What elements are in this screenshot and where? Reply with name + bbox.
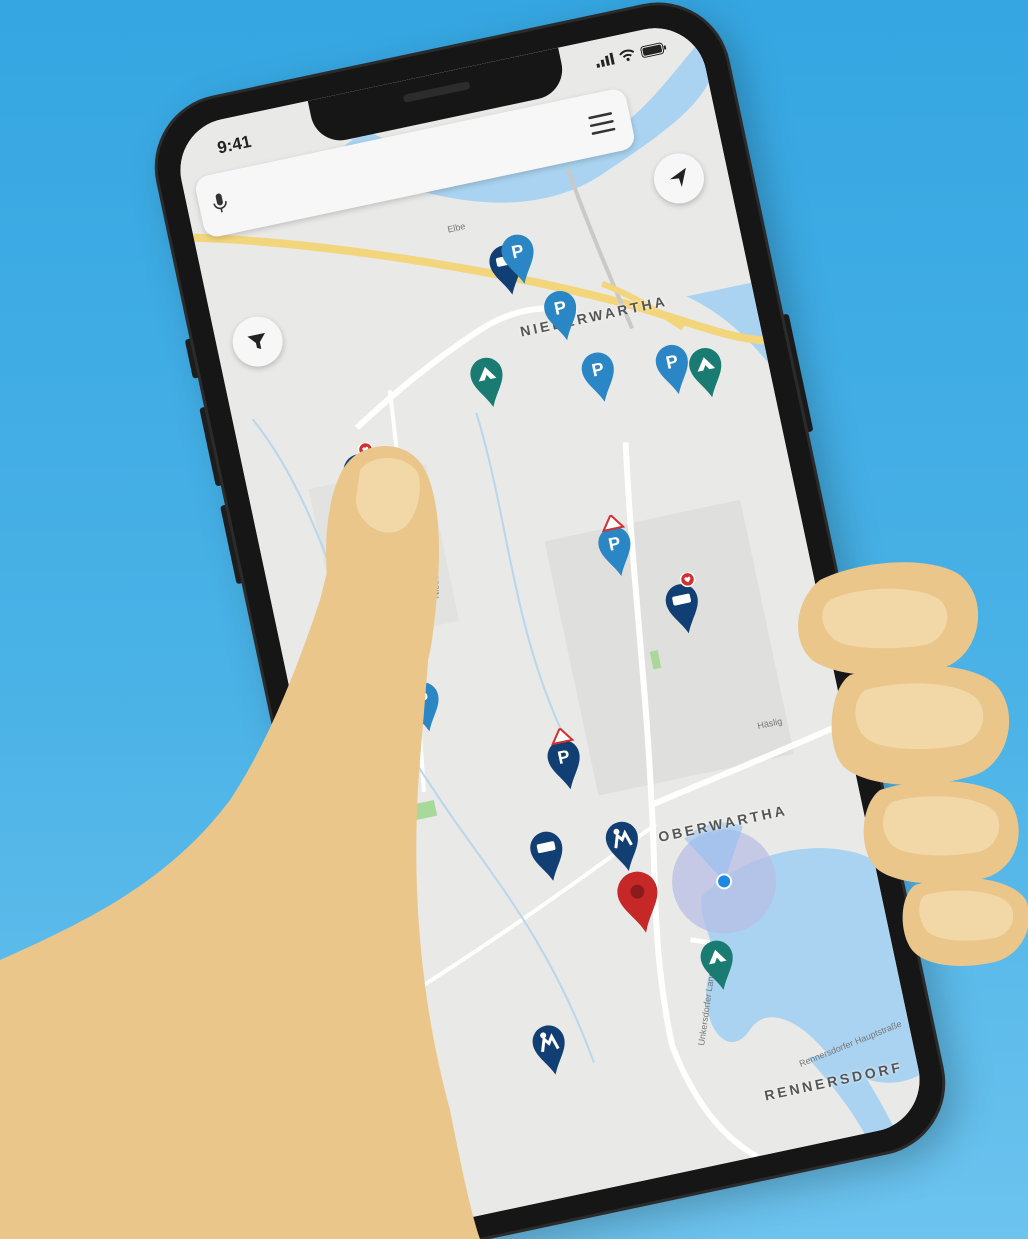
- battery-icon: [640, 42, 667, 58]
- mic-icon[interactable]: [211, 191, 229, 215]
- hamburger-menu-icon[interactable]: [582, 103, 622, 143]
- status-icons: [595, 41, 668, 69]
- earpiece-speaker: [402, 80, 471, 103]
- wifi-icon: [619, 49, 635, 61]
- smartphone: NIEDERWARTHA OBERWARTHA RENNERSDORF Elbe…: [144, 0, 956, 1239]
- cellular-signal-icon: [596, 52, 615, 69]
- status-time: 9:41: [215, 131, 253, 158]
- filter-funnel-icon: [247, 332, 266, 349]
- phone-frame: NIEDERWARTHA OBERWARTHA RENNERSDORF Elbe…: [144, 0, 956, 1239]
- phone-screen: NIEDERWARTHA OBERWARTHA RENNERSDORF Elbe…: [170, 18, 930, 1232]
- navigation-arrow-icon: [669, 167, 686, 188]
- scene: NIEDERWARTHA OBERWARTHA RENNERSDORF Elbe…: [0, 0, 1028, 1239]
